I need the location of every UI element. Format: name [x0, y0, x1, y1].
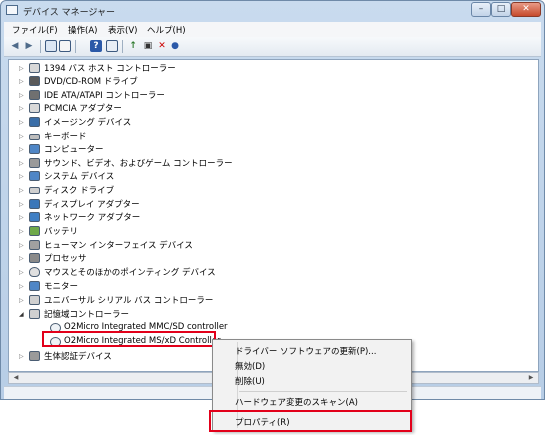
- tree-node-label: DVD/CD-ROM ドライブ: [44, 77, 138, 87]
- tree-node-label: ユニバーサル シリアル バス コントローラー: [44, 296, 214, 306]
- battery-icon: [29, 226, 40, 236]
- menu-view[interactable]: 表示(V): [108, 24, 137, 36]
- usb-icon: [29, 295, 40, 305]
- keyboard-icon: [29, 134, 40, 140]
- expand-arrow-icon[interactable]: ▷: [19, 201, 25, 208]
- device-manager-app-icon: [6, 5, 18, 15]
- tree-node-label: ネットワーク アダプター: [44, 213, 141, 223]
- back-icon[interactable]: ◀: [9, 40, 21, 52]
- expand-arrow-icon[interactable]: ▷: [19, 269, 25, 276]
- tree-node-label: サウンド、ビデオ、およびゲーム コントローラー: [44, 159, 233, 169]
- storage-controller-icon: [29, 309, 40, 319]
- expand-arrow-icon[interactable]: ▷: [19, 297, 25, 304]
- biometric-icon: [29, 351, 40, 361]
- tree-node-label: IDE ATA/ATAPI コントローラー: [44, 91, 165, 101]
- tree-node-label: PCMCIA アダプター: [44, 104, 122, 114]
- camera-icon: [29, 117, 40, 127]
- expand-arrow-icon[interactable]: ▷: [19, 92, 25, 99]
- disk-drive-icon: [29, 187, 40, 194]
- display-adapter-icon: [29, 199, 40, 209]
- tree-node-label: ディスプレイ アダプター: [44, 200, 140, 210]
- expand-arrow-icon[interactable]: ▷: [19, 353, 25, 360]
- processor-icon: [29, 253, 40, 263]
- highlight-selected-device: [42, 331, 216, 347]
- monitor-icon: [29, 281, 40, 291]
- toolbar-separator: [122, 40, 123, 53]
- menu-help[interactable]: ヘルプ(H): [147, 24, 186, 36]
- tree-node-label: 記憶域コントローラー: [44, 310, 130, 320]
- ide-controller-icon: [29, 90, 40, 100]
- scan-hardware-icon[interactable]: [106, 40, 118, 52]
- tree-node-label: コンピューター: [44, 145, 104, 155]
- scan-changes-icon[interactable]: ●: [169, 40, 181, 52]
- tree-node-label: キーボード: [44, 132, 87, 142]
- tree-node-label: ディスク ドライブ: [44, 186, 115, 196]
- tree-node-label: 1394 バス ホスト コントローラー: [44, 64, 176, 74]
- tree-node-label: システム デバイス: [44, 172, 115, 182]
- disable-device-icon[interactable]: ▣: [142, 40, 154, 52]
- device-tree[interactable]: ▷ 1394 バス ホスト コントローラー ▷ DVD/CD-ROM ドライブ …: [8, 59, 539, 372]
- tree-node-label: プロセッサ: [44, 254, 87, 264]
- expand-arrow-icon[interactable]: ▷: [19, 228, 25, 235]
- scroll-right-icon[interactable]: ▶: [526, 374, 536, 382]
- tree-node-label: 生体認証デバイス: [44, 352, 112, 362]
- network-adapter-icon: [29, 212, 40, 222]
- expand-arrow-icon[interactable]: ▷: [19, 160, 25, 167]
- menu-item-scan-hardware[interactable]: ハードウェア変更のスキャン(A): [235, 396, 358, 408]
- show-hide-tree-icon[interactable]: [45, 40, 57, 52]
- help-icon[interactable]: ?: [90, 40, 102, 52]
- toolbar: ◀ ▶ ? ↑ ▣ ✕ ●: [4, 37, 541, 57]
- hid-icon: [29, 240, 40, 250]
- title-bar[interactable]: デバイス マネージャー – □ ✕: [1, 1, 544, 21]
- expand-arrow-icon[interactable]: ▷: [19, 214, 25, 221]
- menu-action[interactable]: 操作(A): [68, 24, 97, 36]
- tree-node-label: バッテリ: [44, 227, 79, 237]
- highlight-properties: [209, 410, 412, 432]
- expand-arrow-icon[interactable]: ▷: [19, 173, 25, 180]
- computer-icon: [29, 144, 40, 154]
- toolbar-separator: [40, 40, 41, 53]
- expand-arrow-icon[interactable]: ▷: [19, 105, 25, 112]
- forward-icon[interactable]: ▶: [23, 40, 35, 52]
- speaker-icon: [29, 158, 40, 168]
- scroll-left-icon[interactable]: ◀: [11, 374, 21, 382]
- expand-arrow-icon[interactable]: ▷: [19, 146, 25, 153]
- system-device-icon: [29, 171, 40, 181]
- update-driver-icon[interactable]: ↑: [127, 40, 139, 52]
- menu-separator: [239, 391, 407, 392]
- expand-arrow-icon[interactable]: ▷: [19, 283, 25, 290]
- tree-node-label: ヒューマン インターフェイス デバイス: [44, 241, 193, 251]
- properties-icon[interactable]: [59, 40, 71, 52]
- tree-node-label: モニター: [44, 282, 79, 292]
- menu-item-uninstall[interactable]: 削除(U): [235, 375, 265, 387]
- menu-item-disable[interactable]: 無効(D): [235, 360, 265, 372]
- tree-node-label: マウスとそのほかのポインティング デバイス: [44, 268, 216, 278]
- menu-file[interactable]: ファイル(F): [12, 24, 58, 36]
- dvd-drive-icon: [29, 76, 40, 86]
- expand-arrow-icon[interactable]: ▷: [19, 78, 25, 85]
- menu-item-update-driver[interactable]: ドライバー ソフトウェアの更新(P)...: [235, 345, 376, 357]
- expand-arrow-icon[interactable]: ▷: [19, 255, 25, 262]
- uninstall-device-icon[interactable]: ✕: [156, 40, 168, 52]
- expand-arrow-icon[interactable]: ▷: [19, 242, 25, 249]
- toolbar-separator: [75, 40, 76, 53]
- expand-arrow-icon[interactable]: ▷: [19, 119, 25, 126]
- close-button[interactable]: ✕: [511, 2, 541, 17]
- 1394-bus-icon: [29, 63, 40, 73]
- expand-arrow-icon[interactable]: ▷: [19, 187, 25, 194]
- tree-node-label: イメージング デバイス: [44, 118, 132, 128]
- mouse-icon: [29, 267, 40, 277]
- expand-arrow-icon[interactable]: ▷: [19, 133, 25, 140]
- minimize-button[interactable]: –: [471, 2, 491, 17]
- window-title: デバイス マネージャー: [23, 8, 115, 18]
- expand-arrow-icon[interactable]: ▷: [19, 65, 25, 72]
- maximize-button[interactable]: □: [491, 2, 511, 17]
- collapse-arrow-icon[interactable]: ◢: [19, 311, 25, 318]
- menu-bar: ファイル(F) 操作(A) 表示(V) ヘルプ(H): [4, 22, 541, 37]
- pcmcia-icon: [29, 103, 40, 113]
